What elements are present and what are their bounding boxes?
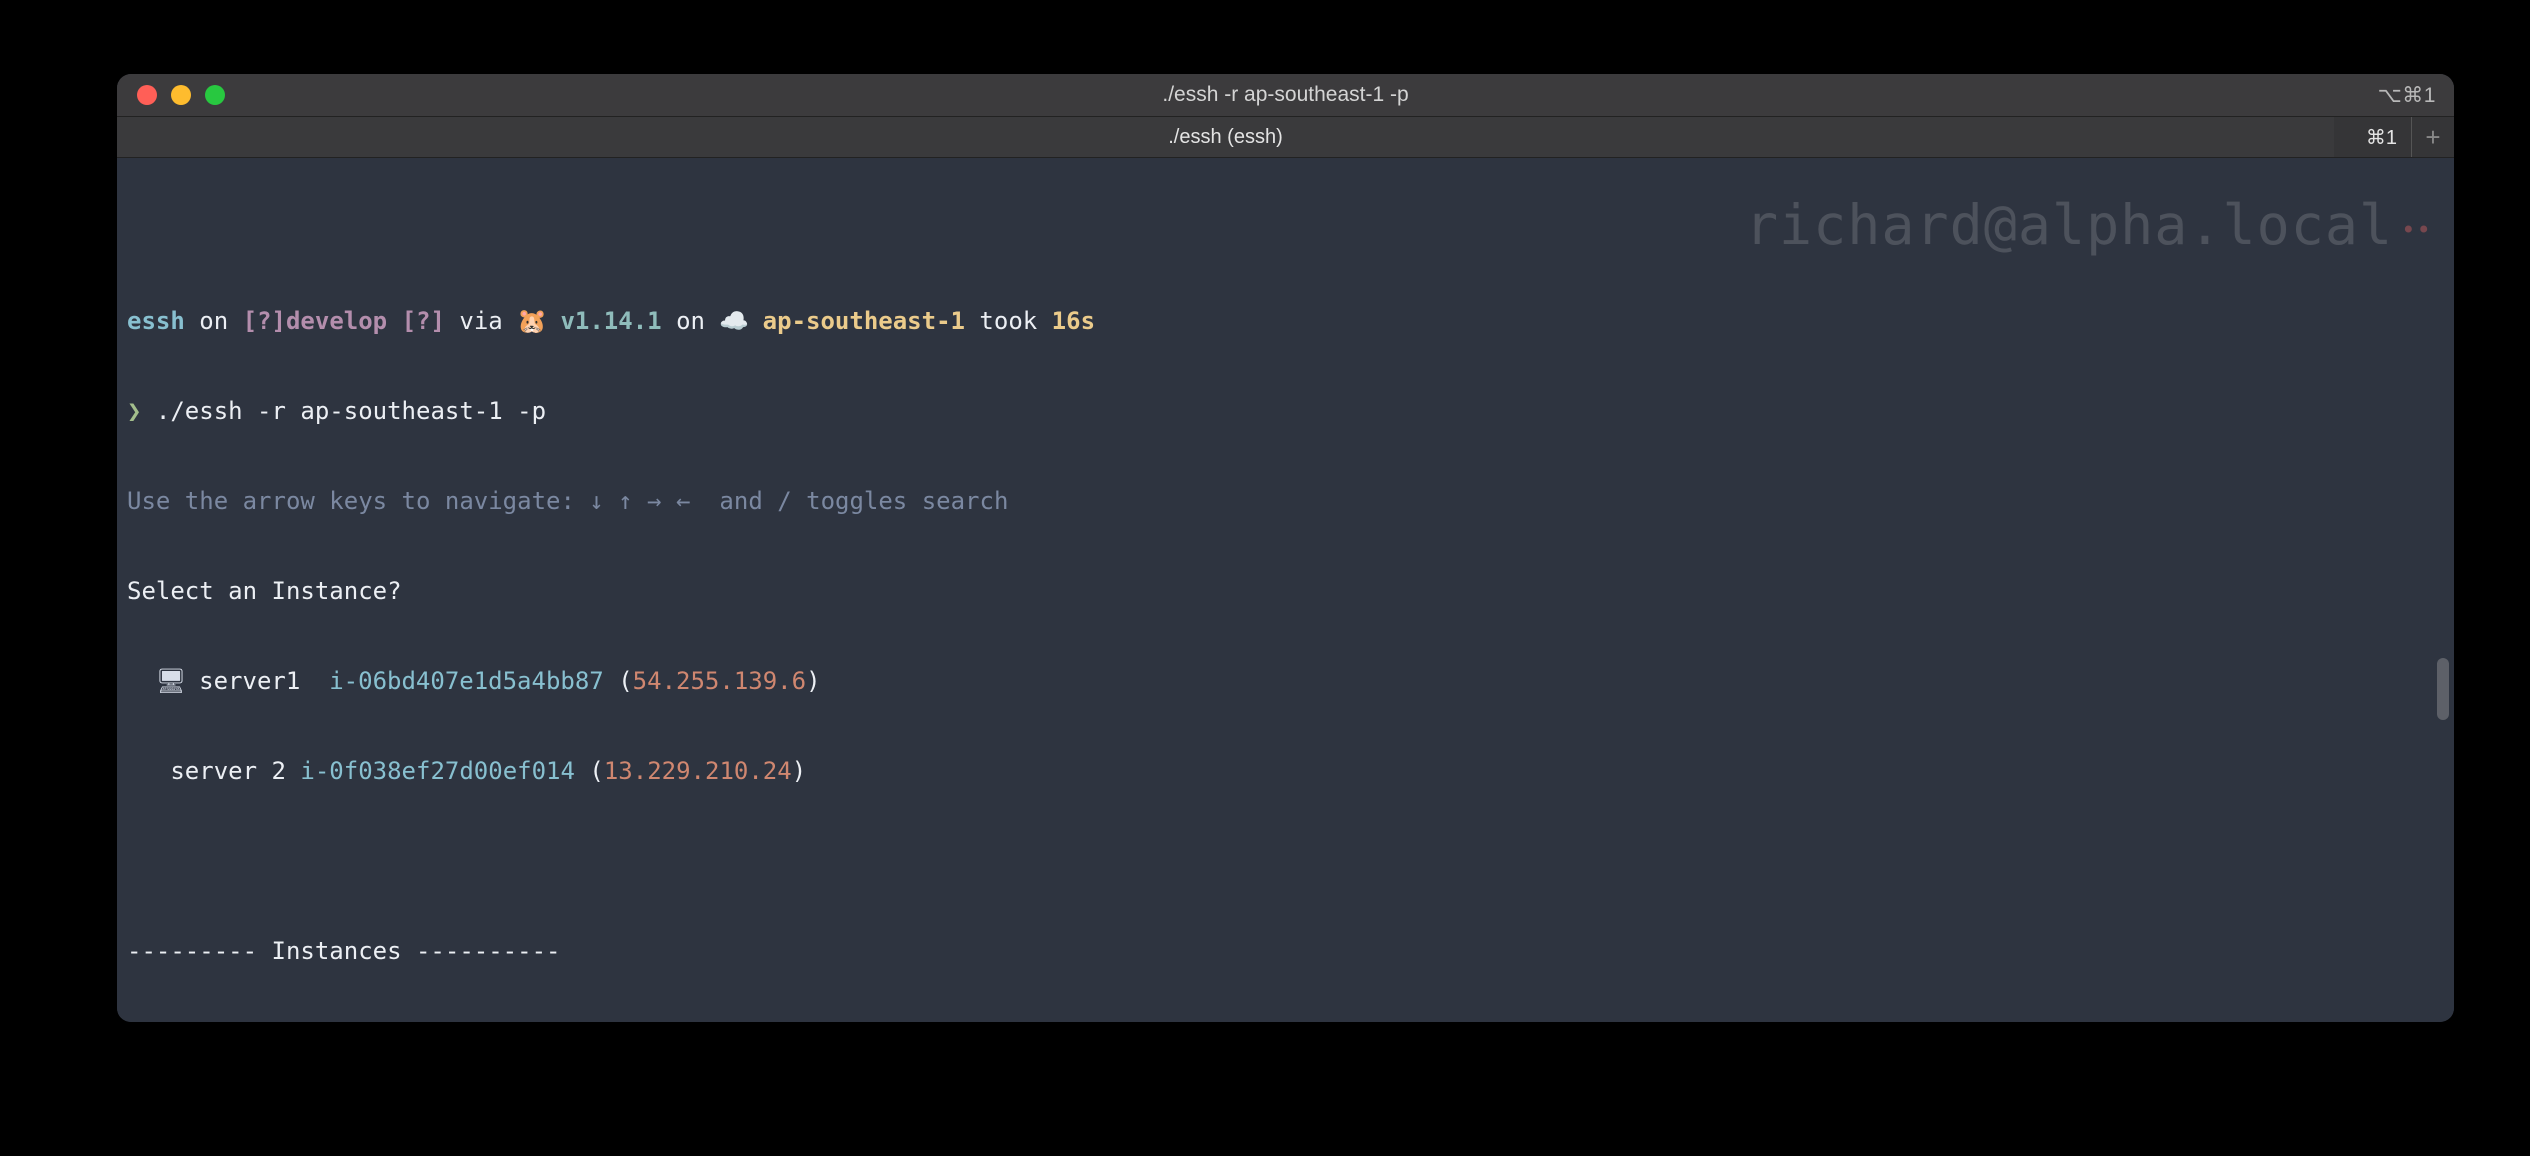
window-title: ./essh -r ap-southeast-1 -p <box>117 83 2454 107</box>
terminal-body[interactable]: richard@alpha.local•• essh on [?]develop… <box>117 158 2454 1022</box>
command: ./essh -r ap-southeast-1 -p <box>156 397 546 425</box>
instance-row-2[interactable]: server 2 i-0f038ef27d00ef014 (13.229.210… <box>127 756 2444 786</box>
tab-title: ./essh (essh) <box>1168 126 1282 149</box>
hamster-icon: 🐹 <box>517 306 546 336</box>
tab-right-controls: ⌘1 + <box>2334 117 2454 157</box>
tab-shortcut: ⌘1 <box>2366 125 2411 150</box>
titlebar: ./essh -r ap-southeast-1 -p ⌥⌘1 <box>117 74 2454 117</box>
nav-hint: Use the arrow keys to navigate: ↓ ↑ → ← … <box>127 486 2444 516</box>
scrollbar-thumb[interactable] <box>2437 658 2449 720</box>
zoom-icon[interactable] <box>205 85 225 105</box>
window-shortcut: ⌥⌘1 <box>2378 83 2454 108</box>
aws-region: ap-southeast-1 <box>763 307 965 335</box>
instance-id: i-0f038ef27d00ef014 <box>300 757 575 785</box>
prompt-line-1: essh on [?]develop [?] via 🐹 v1.14.1 on … <box>127 306 2444 336</box>
new-tab-button[interactable]: + <box>2411 117 2454 157</box>
instance-id: i-06bd407e1d5a4bb87 <box>329 667 604 695</box>
traffic-lights <box>117 85 225 105</box>
tabbar: ./essh (essh) ⌘1 + <box>117 117 2454 158</box>
go-version: v1.14.1 <box>560 307 661 335</box>
minimize-icon[interactable] <box>171 85 191 105</box>
project-name: essh <box>127 307 185 335</box>
select-question: Select an Instance? <box>127 576 2444 606</box>
instance-name: server 2 <box>170 757 286 785</box>
cloud-icon: ☁️ <box>719 306 748 336</box>
terminal-window: ./essh -r ap-southeast-1 -p ⌥⌘1 ./essh (… <box>117 74 2454 1022</box>
duration: 16s <box>1052 307 1095 335</box>
prompt-symbol: ❯ <box>127 397 141 425</box>
instance-name: server1 <box>199 667 300 695</box>
prompt-line-2: ❯ ./essh -r ap-southeast-1 -p <box>127 396 2444 426</box>
blank-line <box>127 846 2444 876</box>
watermark: richard@alpha.local•• <box>1745 210 2424 251</box>
instance-ip: 13.229.210.24 <box>604 757 792 785</box>
instance-ip: 54.255.139.6 <box>633 667 806 695</box>
git-branch: develop <box>286 307 387 335</box>
plus-icon: + <box>2425 122 2440 153</box>
monitor-icon: 🖥 <box>156 666 185 696</box>
instances-divider: --------- Instances ---------- <box>127 936 2444 966</box>
tab-essh[interactable]: ./essh (essh) <box>117 117 2334 157</box>
instance-row-1[interactable]: 🖥 server1 i-06bd407e1d5a4bb87 (54.255.13… <box>127 666 2444 696</box>
scrollbar[interactable] <box>2435 158 2451 1022</box>
close-icon[interactable] <box>137 85 157 105</box>
